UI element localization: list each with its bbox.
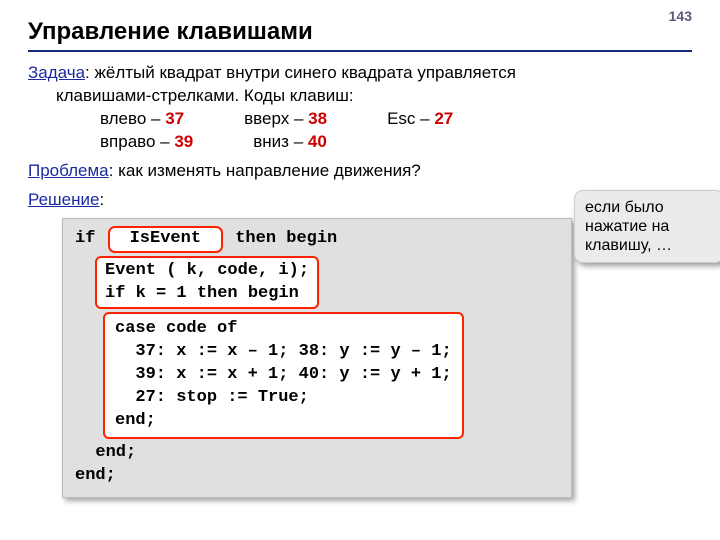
key-left-label: влево – <box>100 109 165 128</box>
key-esc-label: Esc – <box>387 109 434 128</box>
problem-text: : как изменять направление движения? <box>109 161 421 180</box>
key-down-label: вниз – <box>253 132 308 151</box>
key-right-label: вправо – <box>100 132 174 151</box>
key-up-code: 38 <box>308 109 327 128</box>
keycodes-row2: вправо – 39 вниз – 40 <box>28 131 692 154</box>
end-outer: end; <box>75 466 116 485</box>
key-esc-code: 27 <box>434 109 453 128</box>
kw-then-begin: then begin <box>225 229 337 248</box>
solution-label: Решение <box>28 190 99 209</box>
end-inner: end; <box>75 443 136 462</box>
box-case: case code of 37: x := x – 1; 38: y := y … <box>103 312 464 439</box>
title-rule <box>28 50 692 52</box>
box-event: Event ( k, code, i); if k = 1 then begin <box>95 256 319 310</box>
pill-isevent: IsEvent <box>108 226 223 253</box>
key-right-code: 39 <box>174 132 193 151</box>
code-block: if IsEvent then begin Event ( k, code, i… <box>62 218 572 498</box>
slide-title: Управление клавишами <box>28 18 692 46</box>
kw-if: if <box>75 229 106 248</box>
task-label: Задача <box>28 63 85 82</box>
callout-text: если было нажатие на клавишу, … <box>585 199 672 254</box>
key-down-code: 40 <box>308 132 327 151</box>
keycodes-row1: влево – 37 вверх – 38 Esc – 27 <box>28 108 692 131</box>
task-text-2: клавишами-стрелками. Коды клавиш: <box>28 85 692 108</box>
key-up-label: вверх – <box>244 109 308 128</box>
problem-block: Проблема: как изменять направление движе… <box>28 160 692 183</box>
key-left-code: 37 <box>165 109 184 128</box>
solution-colon: : <box>99 190 104 209</box>
problem-label: Проблема <box>28 161 109 180</box>
task-block: Задача: жёлтый квадрат внутри синего ква… <box>28 62 692 154</box>
page-number: 143 <box>669 8 692 24</box>
code-container: если было нажатие на клавишу, … if IsEve… <box>62 218 572 498</box>
task-text-1: : жёлтый квадрат внутри синего квадрата … <box>85 63 516 82</box>
callout-bubble: если было нажатие на клавишу, … <box>574 190 720 264</box>
